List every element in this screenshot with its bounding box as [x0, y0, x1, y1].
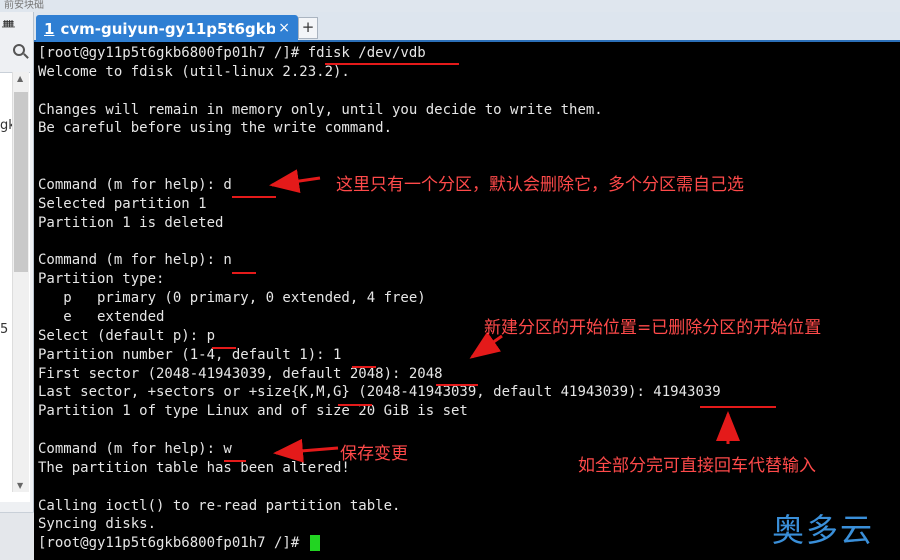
pin-icon[interactable]: ᚙ [2, 20, 15, 33]
terminal-line: p primary (0 primary, 0 extended, 4 free… [38, 290, 426, 307]
scroll-thumb[interactable] [14, 92, 28, 272]
terminal-line: Syncing disks. [38, 516, 157, 533]
highlight-underline-fdisk [325, 63, 459, 65]
terminal-line: Partition type: [38, 271, 165, 288]
highlight-underline-n [232, 272, 256, 274]
terminal[interactable]: [root@gy11p5t6gkb6800fp01h7 /]# fdisk /d… [34, 42, 900, 560]
terminal-line: Welcome to fdisk (util-linux 2.23.2). [38, 63, 350, 80]
highlight-underline-1-4 [212, 347, 232, 349]
terminal-prompt-line: [root@gy11p5t6gkb6800fp01h7 /]# [38, 534, 721, 553]
top-strip: 前安块础 [0, 0, 900, 12]
terminal-line: [root@gy11p5t6gkb6800fp01h7 /]# fdisk /d… [38, 45, 426, 61]
highlight-underline-w [224, 460, 246, 462]
terminal-line: Be careful before using the write comman… [38, 120, 393, 137]
tab-session[interactable]: 1 cvm-guiyun-gy11p5t6gkb... × [36, 15, 298, 42]
highlight-underline-d [232, 196, 276, 198]
watermark-logo: 奥多云 [772, 511, 875, 549]
top-strip-text: 前安块础 [4, 0, 44, 11]
terminal-line: Partition 1 is deleted [38, 214, 224, 231]
terminal-line: Selected partition 1 [38, 195, 207, 212]
terminal-prompt: [root@gy11p5t6gkb6800fp01h7 /]# [38, 535, 308, 552]
terminal-line: Changes will remain in memory only, unti… [38, 101, 603, 118]
terminal-line: First sector (2048-41943039, default 204… [38, 365, 443, 382]
highlight-underline-1 [352, 366, 376, 368]
terminal-line: Partition 1 of type Linux and of size 20… [38, 403, 468, 420]
close-icon[interactable]: × [278, 20, 290, 36]
terminal-line: Calling ioctl() to re-read partition tab… [38, 497, 401, 514]
annotation-start-note: 新建分区的开始位置=已删除分区的开始位置 [484, 318, 822, 338]
annotation-delete-note: 这里只有一个分区，默认会删除它，多个分区需自己选 [336, 175, 744, 195]
side-panel: ᚙ gk 5 ▲ ▼ [0, 12, 34, 560]
annotation-enter-note: 如全部分完可直接回车代替输入 [578, 456, 816, 476]
side-panel-footer [0, 512, 34, 560]
highlight-underline-2048-default [338, 404, 372, 406]
highlight-underline-41943039 [700, 406, 776, 408]
scroll-up-icon[interactable]: ▲ [17, 74, 23, 83]
terminal-line: Partition number (1-4, default 1): 1 [38, 346, 342, 363]
highlight-underline-2048 [436, 384, 478, 386]
terminal-cursor [309, 535, 320, 552]
tab-bar: 1 cvm-guiyun-gy11p5t6gkb... × + [34, 12, 900, 42]
tab-title: cvm-guiyun-gy11p5t6gkb... [60, 19, 276, 38]
scroll-down-icon[interactable]: ▼ [17, 481, 23, 490]
terminal-output: [root@gy11p5t6gkb6800fp01h7 /]# fdisk /d… [38, 44, 721, 553]
annotation-save-note: 保存变更 [340, 444, 408, 464]
tab-index: 1 [44, 19, 55, 38]
session-list-item-text: 5 [0, 322, 9, 337]
terminal-line: Command (m for help): n [38, 252, 232, 269]
search-icon[interactable] [13, 44, 25, 56]
new-tab-button[interactable]: + [298, 17, 318, 39]
side-scrollbar[interactable]: ▲ ▼ [12, 72, 29, 492]
terminal-line: Last sector, +sectors or +size{K,M,G} (2… [38, 384, 721, 401]
